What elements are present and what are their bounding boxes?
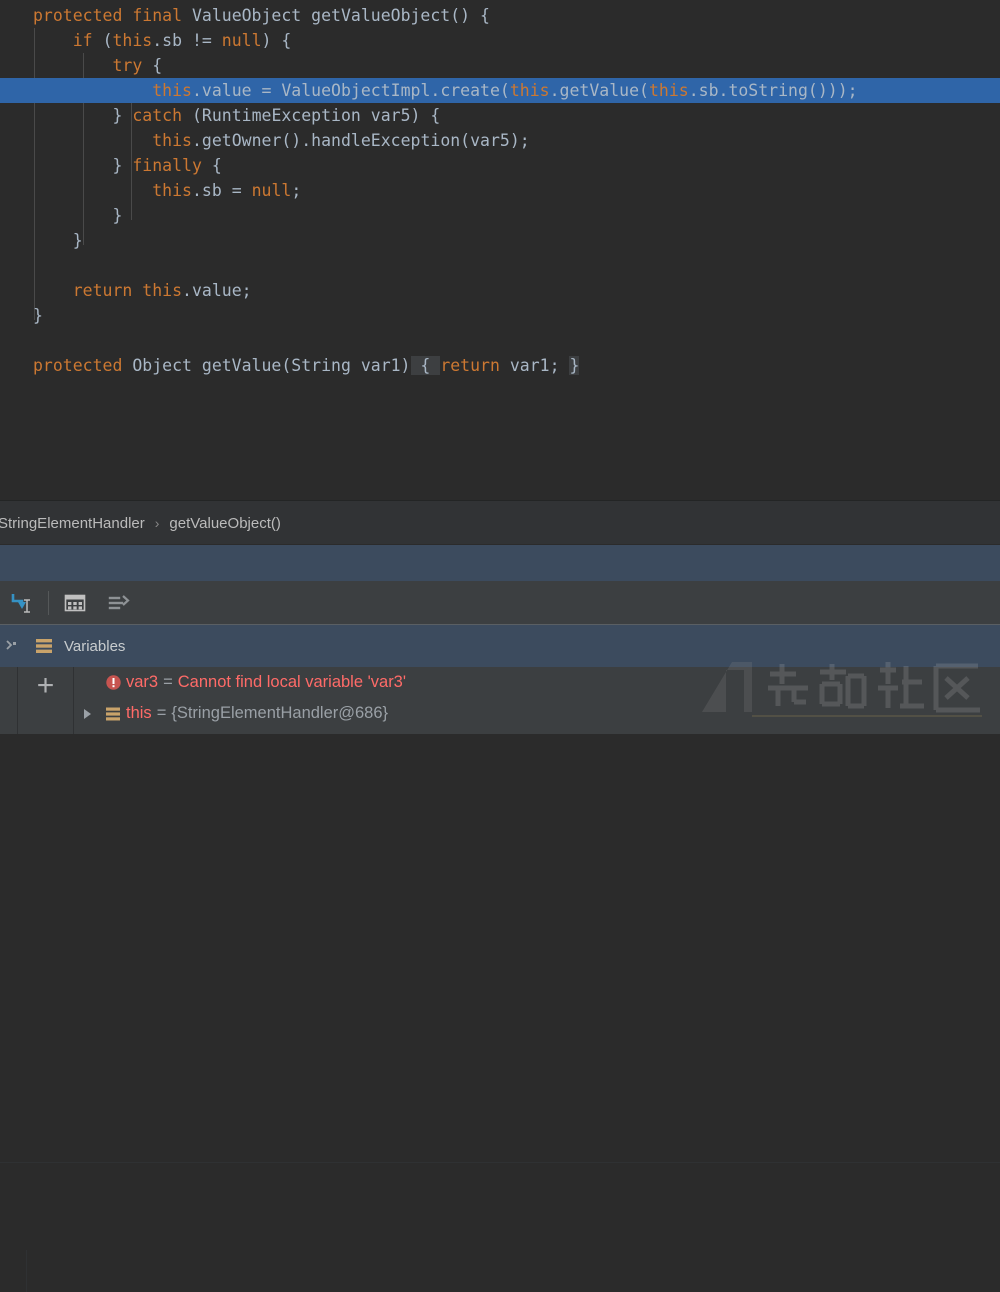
variable-row[interactable]: this = {StringElementHandler@686} [74,698,1000,729]
variables-title: Variables [64,637,126,655]
variables-body[interactable]: + var3 = Cannot find local variable 'var3'… [0,667,1000,734]
breadcrumb-item-class[interactable]: StringElementHandler [0,515,145,532]
code-line[interactable]: } [0,203,1000,228]
code-line-text: } finally { [112,156,222,175]
restore-panel-button[interactable] [0,625,26,667]
error-icon [100,674,126,691]
ide-debugger-window: protected final ValueObject getValueObje… [0,0,1000,1292]
code-line[interactable]: try { [0,53,1000,78]
breadcrumb-item-method[interactable]: getValueObject() [169,515,280,532]
view-as-table-button[interactable] [53,581,97,625]
code-line-text: this.value = ValueObjectImpl.create(this… [152,81,858,100]
expand-arrow-icon[interactable] [74,707,100,721]
code-line[interactable]: } [0,303,1000,328]
code-line-text: if (this.sb != null) { [72,31,292,50]
variable-name: var3 [126,673,159,691]
variable-value: {StringElementHandler@686} [171,704,389,722]
evaluate-expression-button[interactable] [0,581,44,625]
variable-equals: = [163,673,173,691]
code-line[interactable]: } [0,228,1000,253]
chevron-right-icon: › [154,515,160,531]
code-line[interactable]: } catch (RuntimeException var5) { [0,103,1000,128]
code-line[interactable]: this.getOwner().handleException(var5); [0,128,1000,153]
code-line-text: protected final ValueObject getValueObje… [33,6,490,25]
code-line[interactable]: return this.value; [0,278,1000,303]
view-as-table-icon [64,594,86,612]
code-line-text: } catch (RuntimeException var5) { [112,106,441,125]
chevron-right-small-icon [6,640,16,650]
code-line-highlighted[interactable]: this.value = ValueObjectImpl.create(this… [0,78,1000,103]
code-line-text: return this.value; [72,281,252,300]
variable-value: Cannot find local variable 'var3' [177,673,407,691]
variable-equals: = [156,704,167,722]
add-watch-label: + [36,669,55,702]
code-line[interactable]: protected Object getValue(String var1) {… [0,353,1000,378]
variables-left-gutter [0,667,18,734]
code-line[interactable]: } finally { [0,153,1000,178]
code-editor[interactable]: protected final ValueObject getValueObje… [0,0,1000,505]
variable-name: this [126,704,152,722]
code-line-text: } [112,206,123,225]
code-line[interactable]: if (this.sb != null) { [0,28,1000,53]
code-line-text: protected Object getValue(String var1) {… [33,356,580,375]
code-line-text: } [72,231,83,250]
code-text[interactable]: protected final ValueObject getValueObje… [0,0,1000,378]
code-line-text: } [33,306,43,325]
code-line[interactable] [0,253,1000,278]
debug-tab-band[interactable] [0,545,1000,581]
code-line-text: this.getOwner().handleException(var5); [152,131,530,150]
toolbar-separator [48,591,49,615]
variable-row[interactable]: var3 = Cannot find local variable 'var3' [74,667,1000,698]
code-line[interactable]: this.sb = null; [0,178,1000,203]
evaluate-expression-icon [11,594,30,613]
debug-toolbar-divider [0,1162,1000,1163]
sort-values-icon [108,595,130,610]
variables-header-separator [26,1250,27,1292]
breadcrumb[interactable]: StringElementHandler › getValueObject() [0,501,1000,545]
sort-values-button[interactable] [97,581,141,625]
code-line-text: try { [112,56,163,75]
add-watch-button[interactable]: + [18,667,74,734]
object-icon [100,705,126,723]
code-line[interactable]: protected final ValueObject getValueObje… [0,3,1000,28]
variables-rows[interactable]: var3 = Cannot find local variable 'var3' th… [74,667,1000,734]
variables-stack-icon [36,639,52,653]
code-line-text: this.sb = null; [152,181,302,200]
debug-toolbar[interactable] [0,581,1000,1163]
code-line[interactable] [0,328,1000,353]
variables-header[interactable]: Variables [0,625,1000,1292]
